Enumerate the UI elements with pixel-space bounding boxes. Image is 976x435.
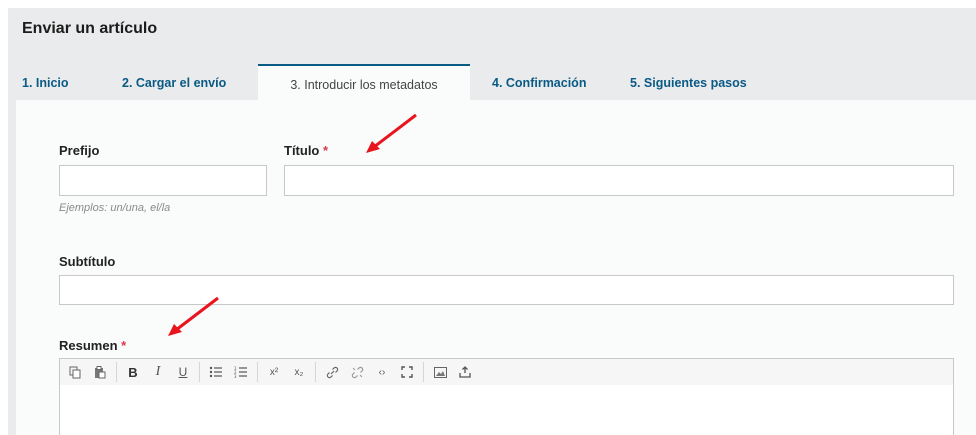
title-input[interactable] [284,165,954,196]
abstract-label-text: Resumen [59,338,118,353]
unlink-icon[interactable] [346,361,368,383]
image-icon[interactable] [429,361,451,383]
tab-inicio[interactable]: 1. Inicio [22,66,69,99]
code-icon[interactable]: ‹› [371,361,393,383]
metadata-panel: Prefijo Ejemplos: un/una, el/la Título *… [16,100,976,435]
title-label: Título * [284,143,328,158]
subtitle-label: Subtítulo [59,254,116,269]
superscript-icon[interactable]: x² [263,361,285,383]
annotation-arrow-icon [168,296,219,336]
abstract-label: Resumen * [59,338,126,353]
toolbar-separator [257,362,258,382]
abstract-editor-toolbar: B I U 123 x² x₂ ‹› [59,358,954,386]
fullscreen-icon[interactable] [396,361,418,383]
copy-icon[interactable] [64,361,86,383]
italic-icon[interactable]: I [147,361,169,383]
underline-icon[interactable]: U [172,361,194,383]
upload-icon[interactable] [454,361,476,383]
prefix-label: Prefijo [59,143,100,158]
abstract-required-mark: * [121,338,127,353]
toolbar-separator [116,362,117,382]
bullet-list-icon[interactable] [205,361,227,383]
subscript-icon[interactable]: x₂ [288,361,310,383]
toolbar-separator [423,362,424,382]
annotation-arrow-icon [366,113,417,153]
paste-icon[interactable] [89,361,111,383]
title-label-text: Título [284,143,320,158]
toolbar-separator [315,362,316,382]
bold-icon[interactable]: B [122,361,144,383]
app-frame: Enviar un artículo 1. Inicio 2. Cargar e… [8,8,976,435]
toolbar-separator [199,362,200,382]
numbered-list-icon[interactable]: 123 [230,361,252,383]
title-required-mark: * [323,143,329,158]
prefix-input[interactable] [59,165,267,196]
page-title: Enviar un artículo [22,20,158,37]
tab-confirmacion[interactable]: 4. Confirmación [492,66,586,99]
svg-text:3: 3 [234,374,237,378]
link-icon[interactable] [321,361,343,383]
tab-cargar-envio[interactable]: 2. Cargar el envío [122,66,226,99]
tab-siguientes-pasos[interactable]: 5. Siguientes pasos [630,66,747,99]
abstract-editor-body[interactable] [59,385,954,435]
prefix-hint: Ejemplos: un/una, el/la [59,202,171,214]
step-tabs: 1. Inicio 2. Cargar el envío 3. Introduc… [16,64,976,108]
